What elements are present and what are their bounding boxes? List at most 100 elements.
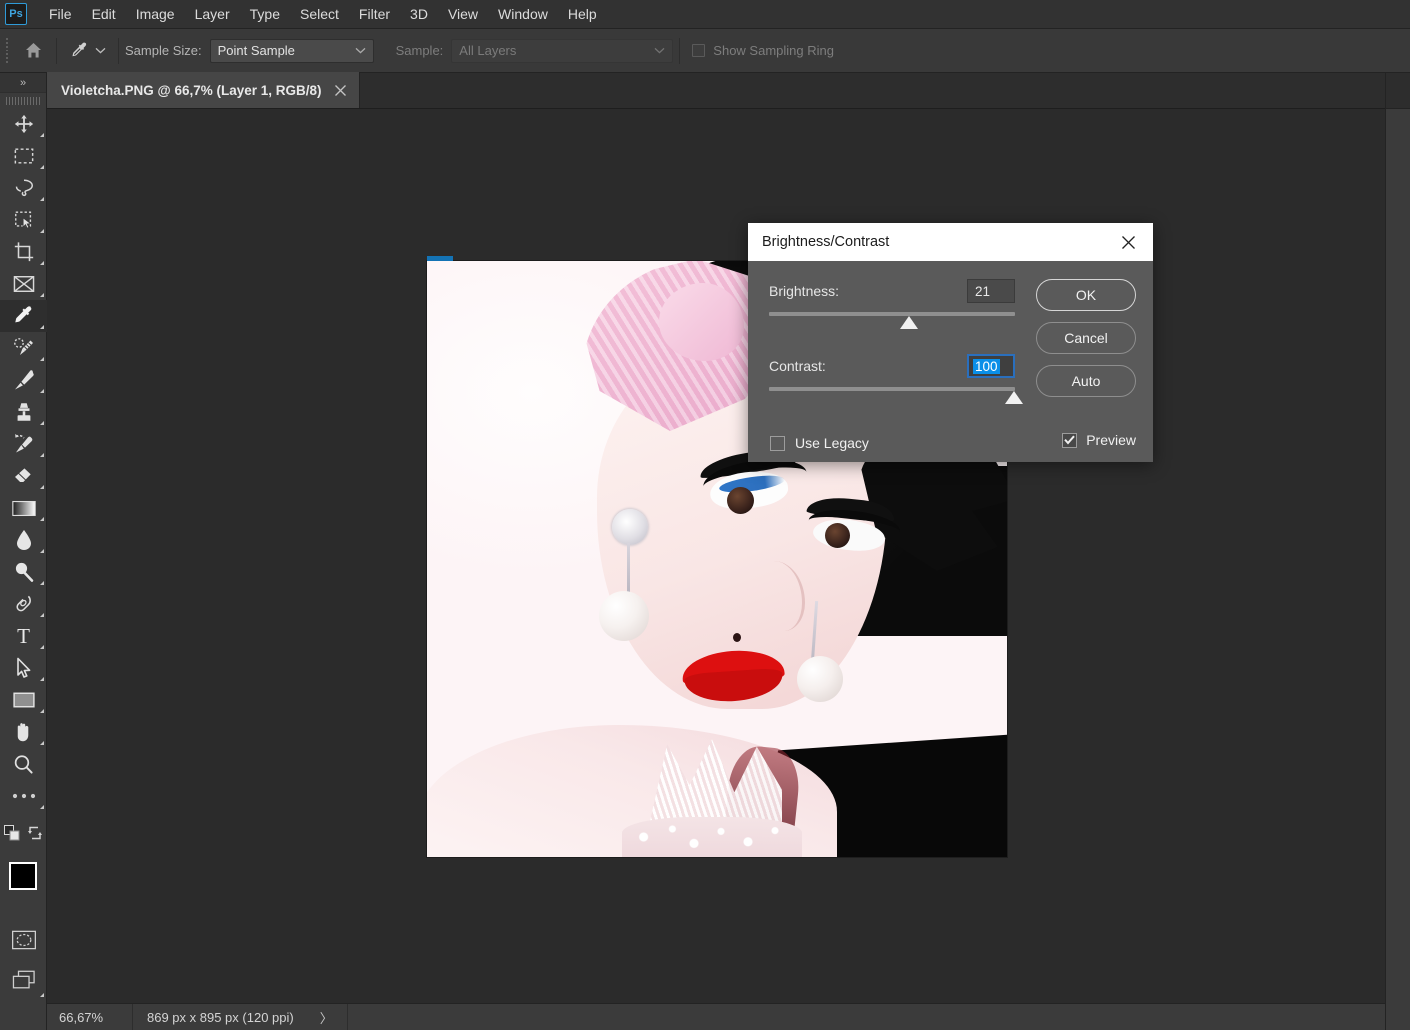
menu-select[interactable]: Select bbox=[290, 2, 349, 26]
color-swatches bbox=[0, 850, 53, 920]
screen-mode-button[interactable] bbox=[0, 960, 47, 1000]
home-icon[interactable] bbox=[16, 36, 50, 66]
move-icon bbox=[13, 113, 35, 135]
lasso-icon bbox=[13, 177, 35, 199]
tool-move[interactable] bbox=[0, 108, 47, 140]
tool-clone-stamp[interactable] bbox=[0, 396, 47, 428]
tool-eraser[interactable] bbox=[0, 460, 47, 492]
chevron-down-icon bbox=[654, 47, 665, 54]
zoom-level[interactable]: 66,67% bbox=[47, 1003, 133, 1030]
active-tool-preview[interactable] bbox=[63, 40, 112, 62]
brightness-slider-track bbox=[769, 312, 1015, 316]
status-expand-arrow[interactable]: 〉 bbox=[320, 1003, 348, 1030]
menu-layer[interactable]: Layer bbox=[185, 2, 240, 26]
sample-size-select[interactable]: Point Sample bbox=[209, 38, 374, 63]
tool-frame[interactable] bbox=[0, 268, 47, 300]
tool-object-selection[interactable] bbox=[0, 204, 47, 236]
brush-icon bbox=[12, 368, 36, 392]
blur-drop-icon bbox=[14, 528, 34, 552]
tool-edit-toolbar[interactable] bbox=[0, 780, 47, 812]
menu-image[interactable]: Image bbox=[126, 2, 185, 26]
brightness-slider-thumb[interactable] bbox=[900, 316, 918, 329]
contrast-row: Contrast: 100 bbox=[769, 354, 1015, 378]
chevron-down-icon bbox=[355, 47, 366, 54]
swap-colors-icon[interactable] bbox=[27, 825, 43, 841]
healing-brush-icon bbox=[12, 336, 36, 360]
brightness-value: 21 bbox=[975, 283, 991, 299]
eyedropper-icon bbox=[12, 304, 36, 328]
preview-label: Preview bbox=[1086, 432, 1136, 448]
tools-panel: » T bbox=[0, 73, 53, 1030]
menu-window[interactable]: Window bbox=[488, 2, 558, 26]
tool-history-brush[interactable] bbox=[0, 428, 47, 460]
auto-button[interactable]: Auto bbox=[1036, 365, 1136, 397]
preview-checkbox[interactable] bbox=[1062, 432, 1078, 448]
dialog-title-bar[interactable]: Brightness/Contrast bbox=[748, 223, 1153, 261]
tool-rectangular-marquee[interactable] bbox=[0, 140, 47, 172]
contrast-value: 100 bbox=[973, 358, 1000, 374]
tool-type[interactable]: T bbox=[0, 620, 47, 652]
tool-blur[interactable] bbox=[0, 524, 47, 556]
tool-spot-healing-brush[interactable] bbox=[0, 332, 47, 364]
tool-gradient[interactable] bbox=[0, 492, 47, 524]
canvas-area[interactable] bbox=[47, 109, 1385, 1003]
menu-3d[interactable]: 3D bbox=[400, 2, 438, 26]
options-divider-1 bbox=[56, 37, 57, 64]
menu-file[interactable]: File bbox=[39, 2, 82, 26]
foreground-color-swatch[interactable] bbox=[9, 862, 37, 890]
dialog-buttons: OK Cancel Auto bbox=[1036, 279, 1136, 397]
menu-bar: Ps File Edit Image Layer Type Select Fil… bbox=[0, 0, 1410, 29]
frame-icon bbox=[12, 274, 36, 294]
toolbar-gripper[interactable] bbox=[0, 93, 46, 108]
cancel-button[interactable]: Cancel bbox=[1036, 322, 1136, 354]
right-panel-strip[interactable] bbox=[1385, 73, 1410, 1030]
menu-help[interactable]: Help bbox=[558, 2, 607, 26]
options-bar: Sample Size: Point Sample Sample: All La… bbox=[0, 29, 1410, 73]
toolbar-expand-button[interactable]: » bbox=[0, 73, 46, 93]
preview-row[interactable]: Preview bbox=[1062, 432, 1136, 448]
tool-lasso[interactable] bbox=[0, 172, 47, 204]
sample-select[interactable]: All Layers bbox=[451, 38, 674, 63]
menu-filter[interactable]: Filter bbox=[349, 2, 400, 26]
dodge-icon bbox=[12, 560, 36, 584]
options-divider-3 bbox=[679, 37, 681, 64]
dialog-title: Brightness/Contrast bbox=[762, 234, 890, 250]
tool-rectangle[interactable] bbox=[0, 684, 47, 716]
contrast-input[interactable]: 100 bbox=[967, 354, 1015, 378]
right-panel-strip-header bbox=[1386, 73, 1410, 109]
tool-dodge[interactable] bbox=[0, 556, 47, 588]
zoom-magnifier-icon bbox=[12, 753, 35, 776]
default-colors-icon[interactable] bbox=[3, 825, 20, 841]
use-legacy-checkbox[interactable] bbox=[770, 435, 785, 451]
tool-pen[interactable] bbox=[0, 588, 47, 620]
options-bar-grip[interactable] bbox=[4, 38, 12, 63]
brightness-slider[interactable] bbox=[769, 310, 1015, 332]
close-icon[interactable] bbox=[334, 84, 347, 97]
tool-path-selection[interactable] bbox=[0, 652, 47, 684]
close-icon[interactable] bbox=[1115, 229, 1141, 255]
ok-button[interactable]: OK bbox=[1036, 279, 1136, 311]
show-sampling-ring-row[interactable]: Show Sampling Ring bbox=[686, 43, 840, 58]
clone-stamp-icon bbox=[13, 401, 35, 423]
menu-view[interactable]: View bbox=[438, 2, 488, 26]
quick-mask-button[interactable] bbox=[0, 920, 47, 960]
document-tab[interactable]: Violetcha.PNG @ 66,7% (Layer 1, RGB/8) bbox=[47, 72, 360, 108]
contrast-slider[interactable] bbox=[769, 385, 1023, 407]
tool-zoom[interactable] bbox=[0, 748, 47, 780]
screen-mode-icon bbox=[11, 969, 37, 991]
crop-icon bbox=[13, 241, 35, 263]
hand-icon bbox=[12, 720, 35, 744]
contrast-slider-thumb[interactable] bbox=[1005, 391, 1023, 404]
menu-edit[interactable]: Edit bbox=[82, 2, 126, 26]
brightness-label: Brightness: bbox=[769, 283, 840, 299]
tool-eyedropper[interactable] bbox=[0, 300, 47, 332]
contrast-label: Contrast: bbox=[769, 358, 826, 374]
tool-hand[interactable] bbox=[0, 716, 47, 748]
tool-brush[interactable] bbox=[0, 364, 47, 396]
brightness-input[interactable]: 21 bbox=[967, 279, 1015, 303]
tool-crop[interactable] bbox=[0, 236, 47, 268]
menu-type[interactable]: Type bbox=[240, 2, 290, 26]
show-sampling-ring-checkbox[interactable] bbox=[692, 44, 706, 57]
brightness-contrast-dialog[interactable]: Brightness/Contrast Brightness: 21 Contr… bbox=[748, 223, 1153, 462]
dialog-body: Brightness: 21 Contrast: 100 Use Legacy … bbox=[748, 261, 1153, 462]
